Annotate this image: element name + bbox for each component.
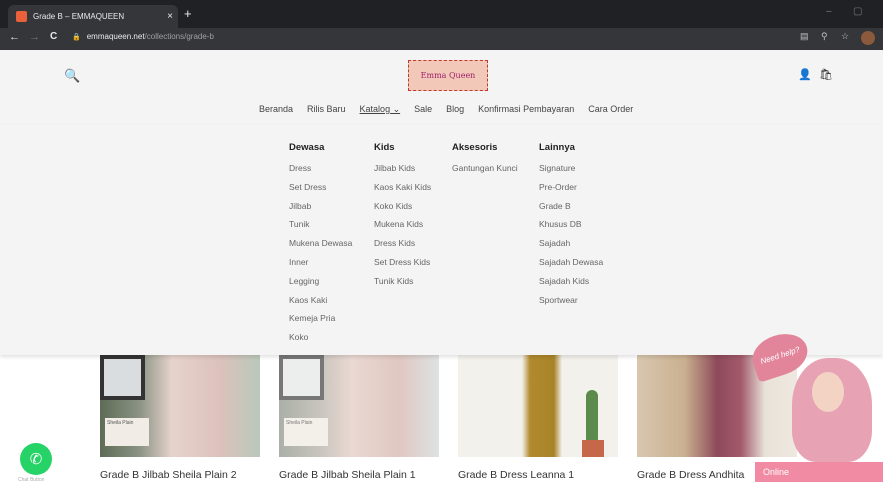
online-label: Online <box>763 467 790 477</box>
minimize-icon[interactable]: – <box>826 6 832 17</box>
menu-item[interactable]: Grade B <box>539 201 603 220</box>
pot-graphic <box>582 440 604 457</box>
product-image[interactable]: Sheila Plain <box>100 355 260 457</box>
main-nav: Beranda Rilis Baru Katalog ⌄ Sale Blog K… <box>259 104 647 115</box>
product-image[interactable] <box>458 355 618 457</box>
forward-icon[interactable]: → <box>29 31 40 43</box>
profile-avatar[interactable] <box>861 31 875 45</box>
menu-heading[interactable]: Lainnya <box>539 142 603 153</box>
product-title[interactable]: Grade B Dress Leanna 1 <box>458 469 618 481</box>
menu-item[interactable]: Tunik Kids <box>374 276 431 295</box>
menu-column-kids: Kids Jilbab Kids Kaos Kaki Kids Koko Kid… <box>374 142 431 295</box>
online-chat-bar[interactable]: Online <box>755 462 883 482</box>
url-path: /collections/grade-b <box>144 32 214 41</box>
menu-column-lainnya: Lainnya Signature Pre-Order Grade B Khus… <box>539 142 603 313</box>
tag-card: Sheila Plain <box>105 418 149 446</box>
search-icon[interactable]: 🔍 <box>64 68 80 84</box>
reload-icon[interactable]: C <box>50 31 57 42</box>
cactus-graphic <box>586 390 598 445</box>
menu-item[interactable]: Sajadah Dewasa <box>539 257 603 276</box>
menu-column-aksesoris: Aksesoris Gantungan Kunci <box>452 142 518 182</box>
menu-item[interactable]: Gantungan Kunci <box>452 163 518 182</box>
menu-item[interactable]: Tunik <box>289 219 352 238</box>
whatsapp-button[interactable]: ✆ <box>20 443 52 475</box>
nav-konfirmasi[interactable]: Konfirmasi Pembayaran <box>478 104 574 115</box>
menu-item[interactable]: Kaos Kaki Kids <box>374 182 431 201</box>
nav-katalog[interactable]: Katalog ⌄ <box>360 104 401 115</box>
product-grid: Sheila Plain Grade B Jilbab Sheila Plain… <box>0 355 883 482</box>
menu-item[interactable]: Mukena Dewasa <box>289 238 352 257</box>
menu-item[interactable]: Koko <box>289 332 352 351</box>
nav-blog[interactable]: Blog <box>446 104 464 115</box>
site-logo[interactable]: Emma Queen <box>408 60 488 91</box>
nav-sale[interactable]: Sale <box>414 104 432 115</box>
browser-toolbar: ← → C 🔒 emmaqueen.net /collections/grade… <box>0 28 883 50</box>
maximize-icon[interactable]: ▢ <box>853 6 862 17</box>
need-help-text: Need help? <box>759 344 801 366</box>
address-bar[interactable]: 🔒 emmaqueen.net /collections/grade-b <box>72 32 214 41</box>
browser-titlebar: Grade B – EMMAQUEEN × + – ▢ <box>0 0 883 28</box>
product-title[interactable]: Grade B Jilbab Sheila Plain 2 <box>100 469 260 481</box>
menu-heading[interactable]: Dewasa <box>289 142 352 153</box>
chat-agent-face <box>812 372 844 412</box>
menu-item[interactable]: Jilbab Kids <box>374 163 431 182</box>
menu-item[interactable]: Kemeja Pria <box>289 313 352 332</box>
nav-rilis-baru[interactable]: Rilis Baru <box>307 104 346 115</box>
product-image[interactable]: Sheila Plain <box>279 355 439 457</box>
menu-item[interactable]: Signature <box>539 163 603 182</box>
product-card[interactable]: Grade B Dress Leanna 1 <box>458 355 618 481</box>
menu-item[interactable]: Jilbab <box>289 201 352 220</box>
window-graphic <box>100 355 145 400</box>
logo-text: Emma Queen <box>420 71 476 80</box>
menu-item[interactable]: Legging <box>289 276 352 295</box>
menu-item[interactable]: Set Dress <box>289 182 352 201</box>
zoom-icon[interactable]: ⚲ <box>821 31 828 42</box>
menu-item[interactable]: Sajadah <box>539 238 603 257</box>
new-tab-button[interactable]: + <box>184 6 192 21</box>
menu-item[interactable]: Set Dress Kids <box>374 257 431 276</box>
menu-heading[interactable]: Aksesoris <box>452 142 518 153</box>
katalog-mega-menu: Dewasa Dress Set Dress Jilbab Tunik Muke… <box>0 125 883 355</box>
tab-title: Grade B – EMMAQUEEN <box>33 12 125 21</box>
menu-item[interactable]: Dress <box>289 163 352 182</box>
lock-icon: 🔒 <box>72 33 81 41</box>
window-graphic <box>279 355 324 400</box>
nav-cara-order[interactable]: Cara Order <box>588 104 633 115</box>
favicon-icon <box>16 11 27 22</box>
browser-tab[interactable]: Grade B – EMMAQUEEN × <box>8 5 178 28</box>
menu-item[interactable]: Pre-Order <box>539 182 603 201</box>
menu-heading[interactable]: Kids <box>374 142 431 153</box>
reading-list-icon[interactable]: ▤ <box>800 31 809 42</box>
menu-item[interactable]: Dress Kids <box>374 238 431 257</box>
whatsapp-label: Chat Button <box>18 477 45 483</box>
cart-icon[interactable]: 🛍 <box>819 68 833 81</box>
product-title[interactable]: Grade B Jilbab Sheila Plain 1 <box>279 469 439 481</box>
whatsapp-icon: ✆ <box>29 451 43 468</box>
tag-card: Sheila Plain <box>284 418 328 446</box>
product-card[interactable]: Sheila Plain Grade B Jilbab Sheila Plain… <box>279 355 439 481</box>
menu-column-dewasa: Dewasa Dress Set Dress Jilbab Tunik Muke… <box>289 142 352 351</box>
back-icon[interactable]: ← <box>9 31 20 43</box>
product-card[interactable]: Sheila Plain Grade B Jilbab Sheila Plain… <box>100 355 260 481</box>
account-icon[interactable]: 👤 <box>798 68 812 81</box>
site-header: 🔍 Emma Queen 👤 🛍 Beranda Rilis Baru Kata… <box>0 50 883 125</box>
menu-item[interactable]: Koko Kids <box>374 201 431 220</box>
bookmark-star-icon[interactable]: ☆ <box>841 31 849 42</box>
menu-item[interactable]: Mukena Kids <box>374 219 431 238</box>
menu-item[interactable]: Kaos Kaki <box>289 295 352 314</box>
menu-item[interactable]: Inner <box>289 257 352 276</box>
menu-item[interactable]: Sportwear <box>539 295 603 314</box>
menu-item[interactable]: Sajadah Kids <box>539 276 603 295</box>
nav-beranda[interactable]: Beranda <box>259 104 293 115</box>
close-tab-icon[interactable]: × <box>162 11 178 22</box>
url-host: emmaqueen.net <box>86 32 145 41</box>
menu-item[interactable]: Khusus DB <box>539 219 603 238</box>
